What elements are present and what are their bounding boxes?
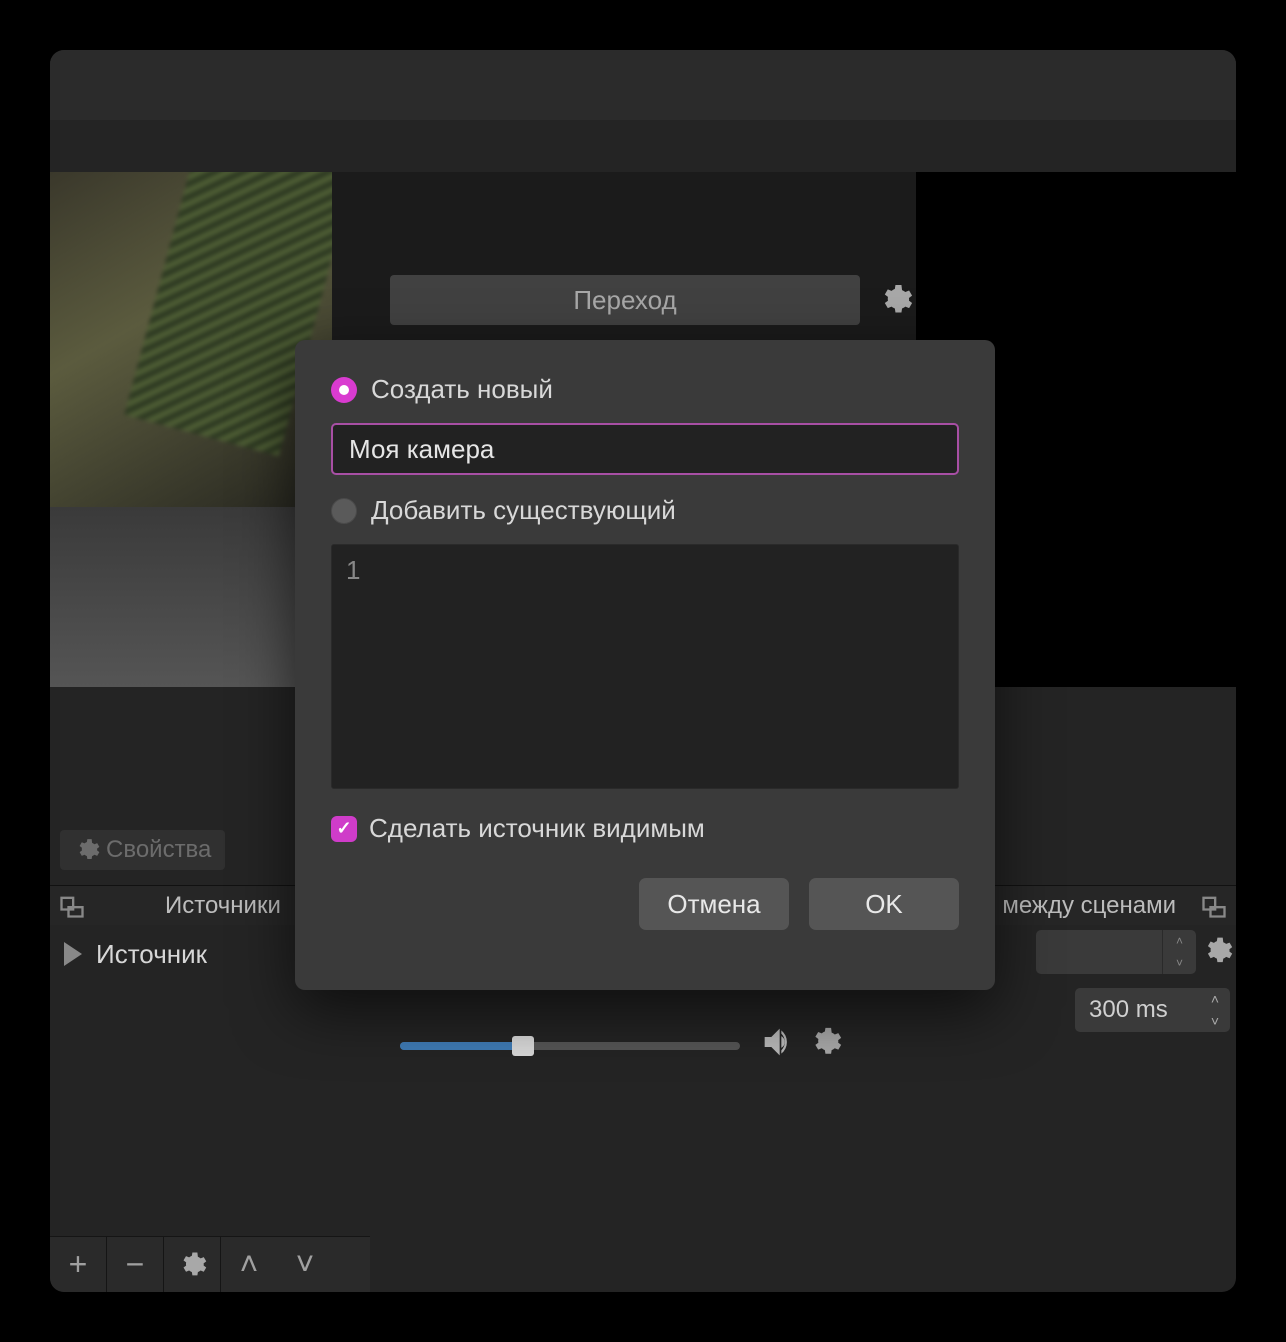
cancel-button-label: Отмена xyxy=(667,889,760,920)
make-visible-label: Сделать источник видимым xyxy=(369,813,705,844)
speaker-icon xyxy=(758,1022,798,1062)
transition-stepper[interactable]: ˄ ˅ xyxy=(1162,930,1196,974)
popout-icon xyxy=(58,892,86,920)
duration-value: 300 ms xyxy=(1089,996,1168,1024)
radio-create-new-label: Создать новый xyxy=(371,374,553,405)
ok-button[interactable]: OK xyxy=(809,878,959,930)
checkbox-checked-icon: ✓ xyxy=(331,816,357,842)
ok-button-label: OK xyxy=(865,889,903,920)
transition-button[interactable]: Переход xyxy=(390,275,860,325)
source-name-input[interactable] xyxy=(331,423,959,475)
sources-toolbar: + − ˄ ˅ xyxy=(50,1236,370,1292)
audio-settings-button[interactable] xyxy=(808,1025,842,1064)
dialog-buttons: Отмена OK xyxy=(331,878,959,930)
sources-header: Источники xyxy=(165,892,281,920)
gear-icon xyxy=(74,837,100,863)
transition-type-select[interactable]: ˄ ˅ xyxy=(1036,930,1196,974)
chevron-down-icon: ˅ xyxy=(296,1246,315,1283)
panel-popout-left[interactable] xyxy=(54,888,90,924)
scene-transitions-header: ы между сценами xyxy=(978,892,1176,920)
app-window: Переход Свойства Источники ы между сцена… xyxy=(50,50,1236,1292)
source-settings-button[interactable] xyxy=(164,1237,220,1293)
radio-unselected-icon xyxy=(331,498,357,524)
remove-source-button[interactable]: − xyxy=(107,1237,163,1293)
plus-icon: + xyxy=(69,1246,88,1283)
slider-fill xyxy=(400,1042,522,1050)
move-source-down-button[interactable]: ˅ xyxy=(277,1237,333,1293)
make-visible-checkbox-row[interactable]: ✓ Сделать источник видимым xyxy=(331,813,959,844)
list-item[interactable]: 1 xyxy=(346,555,944,586)
chevron-up-icon: ˄ xyxy=(240,1246,259,1283)
move-source-up-button[interactable]: ˄ xyxy=(221,1237,277,1293)
radio-create-new[interactable]: Создать новый xyxy=(331,374,959,405)
transition-button-label: Переход xyxy=(573,285,676,316)
mute-button[interactable] xyxy=(758,1022,798,1067)
create-source-dialog: Создать новый Добавить существующий 1 ✓ … xyxy=(295,340,995,990)
audio-volume-slider[interactable] xyxy=(400,1042,740,1050)
minus-icon: − xyxy=(126,1246,145,1283)
properties-button[interactable]: Свойства xyxy=(60,830,225,870)
add-source-button[interactable]: + xyxy=(50,1237,106,1293)
panel-popout-right[interactable] xyxy=(1196,888,1232,924)
preview-left[interactable] xyxy=(50,172,332,687)
radio-add-existing-label: Добавить существующий xyxy=(371,495,676,526)
slider-thumb[interactable] xyxy=(512,1036,534,1056)
transition-settings-button[interactable] xyxy=(870,275,920,325)
cancel-button[interactable]: Отмена xyxy=(639,878,789,930)
gear-icon xyxy=(877,282,913,318)
popout-icon xyxy=(1200,892,1228,920)
gear-icon xyxy=(177,1250,207,1280)
chevron-down-icon[interactable]: ˅ xyxy=(1163,952,1196,974)
source-item-label: Источник xyxy=(96,939,207,970)
properties-label: Свойства xyxy=(106,836,211,864)
duration-stepper[interactable]: ˄ ˅ xyxy=(1200,988,1230,1032)
radio-selected-icon xyxy=(331,377,357,403)
transition-type-settings[interactable] xyxy=(1198,932,1236,970)
play-icon xyxy=(64,942,82,966)
title-bar[interactable] xyxy=(50,50,1236,120)
chevron-up-icon[interactable]: ˄ xyxy=(1200,988,1230,1010)
audio-controls xyxy=(758,1022,842,1067)
duration-row: 300 ms ˄ ˅ xyxy=(836,985,1236,1035)
chevron-down-icon[interactable]: ˅ xyxy=(1200,1010,1230,1032)
existing-sources-list[interactable]: 1 xyxy=(331,544,959,789)
duration-input[interactable]: 300 ms ˄ ˅ xyxy=(1075,988,1230,1032)
chevron-up-icon[interactable]: ˄ xyxy=(1163,930,1196,952)
gear-icon xyxy=(1201,935,1233,967)
radio-add-existing[interactable]: Добавить существующий xyxy=(331,495,959,526)
gear-icon xyxy=(808,1025,842,1059)
